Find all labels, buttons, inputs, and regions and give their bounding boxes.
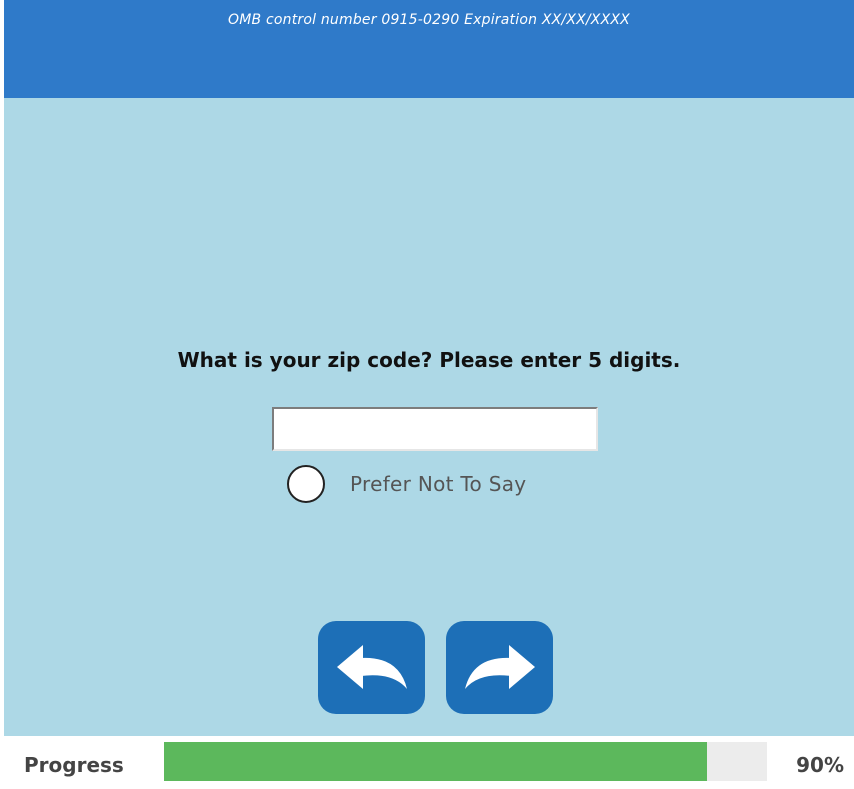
progress-section: Progress 90% [0, 736, 854, 789]
progress-bar [164, 742, 767, 781]
progress-percent: 90% [796, 753, 844, 777]
question-text: What is your zip code? Please enter 5 di… [177, 348, 681, 372]
prefer-not-to-say-radio[interactable] [287, 465, 325, 503]
omb-control-text: OMB control number 0915-0290 Expiration … [228, 12, 630, 28]
prefer-not-to-say-option[interactable]: Prefer Not To Say [287, 464, 526, 504]
question-panel: What is your zip code? Please enter 5 di… [4, 98, 854, 736]
forward-arrow-icon [464, 644, 535, 689]
back-arrow-icon [336, 644, 407, 689]
progress-bar-fill [164, 742, 707, 781]
zip-code-input[interactable] [272, 407, 598, 451]
next-button[interactable] [446, 621, 553, 714]
back-button[interactable] [318, 621, 425, 714]
survey-header: OMB control number 0915-0290 Expiration … [4, 0, 854, 98]
progress-label: Progress [24, 753, 124, 777]
prefer-not-to-say-label: Prefer Not To Say [350, 472, 527, 496]
